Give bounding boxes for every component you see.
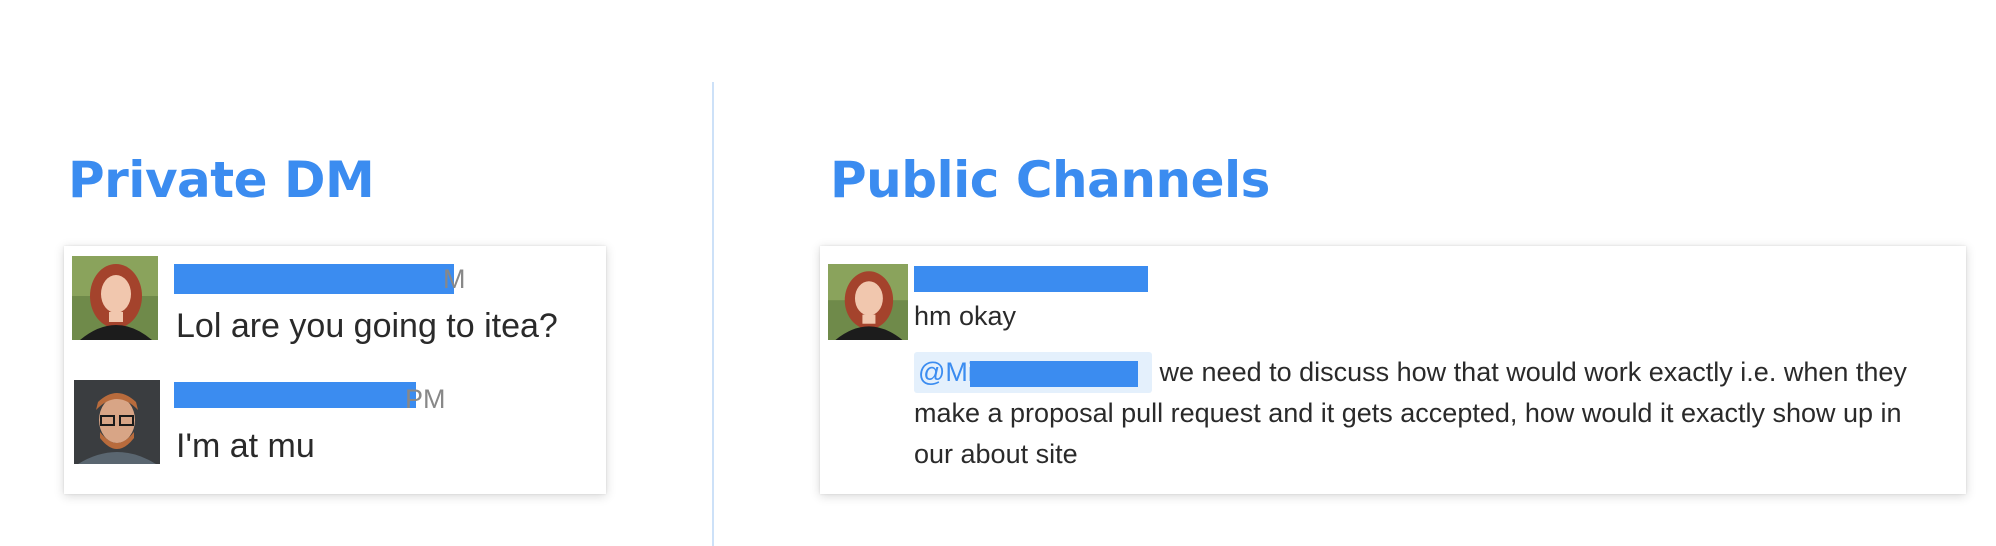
channel-message-text: hm okay <box>914 301 1017 331</box>
sender-name-redaction <box>914 266 1148 292</box>
section-divider <box>712 82 714 546</box>
message-timestamp: PM <box>405 384 446 414</box>
mention-redaction <box>970 361 1138 387</box>
channel-followup-message: @Mi we need to discuss how that would wo… <box>914 352 1934 475</box>
channel-message-card: hm okay @Mi we need to discuss how that … <box>820 246 1966 494</box>
woman-red-hair-avatar[interactable] <box>72 256 158 340</box>
public-channels-title: Public Channels <box>830 151 1270 209</box>
sender-name-redaction <box>174 264 454 294</box>
dm-message-text: Lol are you going to itea? <box>176 307 558 345</box>
dm-message-card: M Lol are you going to itea? PM I'm at m… <box>64 246 606 494</box>
private-dm-title: Private DM <box>68 151 375 209</box>
woman-red-hair-avatar[interactable] <box>828 264 908 340</box>
message-timestamp: M <box>443 264 466 294</box>
dm-message-text: I'm at mu <box>176 427 315 465</box>
man-glasses-avatar[interactable] <box>74 380 160 464</box>
sender-name-redaction <box>174 382 416 408</box>
